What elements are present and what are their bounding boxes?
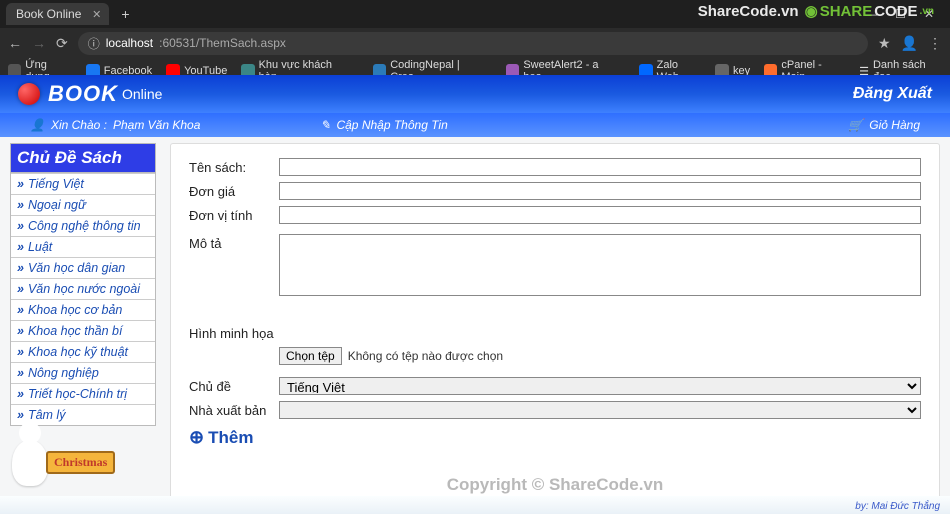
sidebar-item[interactable]: Luật (11, 236, 155, 257)
new-tab-icon[interactable]: + (113, 6, 137, 22)
tab-bar: Book Online ✕ + — ☐ ✕ (0, 0, 950, 28)
maximize-icon[interactable]: ☐ (895, 7, 906, 21)
page-content: Chủ Đề Sách Tiếng Việt Ngoại ngữ Công ng… (0, 137, 950, 514)
url-host: localhost (106, 36, 153, 50)
label-image: Hình minh họa (189, 324, 279, 341)
label-price: Đơn giá (189, 182, 279, 199)
form-panel: Tên sách: Đơn giá Đơn vị tính Mô tả Hình… (170, 143, 940, 508)
profile-icon[interactable]: 👤 (901, 35, 918, 52)
select-topic[interactable]: Tiếng Việt (279, 377, 921, 395)
greeting: 👤 Xin Chào : Phạm Văn Khoa (30, 118, 200, 132)
close-tab-icon[interactable]: ✕ (92, 8, 101, 21)
sidebar-item[interactable]: Công nghệ thông tin (11, 215, 155, 236)
update-info-link[interactable]: ✎ Cập Nhập Thông Tin (320, 118, 447, 132)
label-desc: Mô tả (189, 234, 279, 251)
back-icon[interactable]: ← (8, 35, 22, 51)
tab-title: Book Online (16, 7, 81, 21)
user-name: Phạm Văn Khoa (113, 118, 200, 132)
browser-chrome: Book Online ✕ + — ☐ ✕ ← → ⟳ ⓘ localhost:… (0, 0, 950, 75)
sidebar-item[interactable]: Văn học dân gian (11, 257, 155, 278)
input-book-name[interactable] (279, 158, 921, 176)
pencil-icon: ✎ (320, 118, 330, 132)
label-publisher: Nhà xuất bản (189, 401, 279, 418)
minimize-icon[interactable]: — (865, 7, 877, 21)
sidebar-item[interactable]: Ngoại ngữ (11, 194, 155, 215)
user-icon: 👤 (30, 118, 45, 132)
sidebar-item[interactable]: Tiếng Việt (11, 173, 155, 194)
input-price[interactable] (279, 182, 921, 200)
sidebar-item[interactable]: Khoa học cơ bản (11, 299, 155, 320)
input-unit[interactable] (279, 206, 921, 224)
category-list: Tiếng Việt Ngoại ngữ Công nghệ thông tin… (10, 173, 156, 426)
logo-text: BOOK (48, 81, 118, 107)
url-path: :60531/ThemSach.aspx (159, 36, 286, 50)
label-book-name: Tên sách: (189, 158, 279, 175)
textarea-desc[interactable] (279, 234, 921, 296)
sidebar-item[interactable]: Triết học-Chính trị (11, 383, 155, 404)
label-topic: Chủ đề (189, 377, 279, 394)
cart-link[interactable]: 🛒 Giỏ Hàng (848, 118, 920, 132)
sidebar-item[interactable]: Khoa học kỹ thuật (11, 341, 155, 362)
site-header: BOOK Online Đăng Xuất (0, 75, 950, 113)
user-nav-bar: 👤 Xin Chào : Phạm Văn Khoa ✎ Cập Nhập Th… (0, 113, 950, 137)
file-status-text: Không có tệp nào được chọn (348, 349, 503, 363)
url-input[interactable]: ⓘ localhost :60531/ThemSach.aspx (78, 32, 868, 55)
forward-icon[interactable]: → (32, 35, 46, 51)
snow-ground (0, 496, 950, 514)
sidebar-item[interactable]: Văn học nước ngoài (11, 278, 155, 299)
address-bar: ← → ⟳ ⓘ localhost:60531/ThemSach.aspx ★ … (0, 28, 950, 58)
close-window-icon[interactable]: ✕ (924, 7, 934, 21)
sidebar-item[interactable]: Tâm lý (11, 404, 155, 425)
sidebar-item[interactable]: Khoa học thần bí (11, 320, 155, 341)
sidebar-item[interactable]: Nông nghiệp (11, 362, 155, 383)
logout-link[interactable]: Đăng Xuất (853, 85, 932, 103)
extensions-icon[interactable]: ★ (878, 35, 891, 52)
credit-text: by: Mai Đức Thắng (855, 501, 940, 512)
sidebar: Chủ Đề Sách Tiếng Việt Ngoại ngữ Công ng… (10, 143, 156, 508)
sidebar-title: Chủ Đề Sách (10, 143, 156, 173)
choose-file-button[interactable]: Chọn tệp (279, 347, 342, 365)
logo-ornament-icon (18, 83, 40, 105)
info-icon: ⓘ (88, 35, 100, 52)
select-publisher[interactable] (279, 401, 921, 419)
cart-icon: 🛒 (848, 118, 863, 132)
add-button[interactable]: Thêm (189, 427, 921, 448)
menu-icon[interactable]: ⋮ (928, 35, 942, 52)
watermark-mid: Copyright © ShareCode.vn (447, 475, 664, 495)
browser-tab[interactable]: Book Online ✕ (6, 3, 109, 25)
reload-icon[interactable]: ⟳ (56, 35, 68, 52)
logo-subtitle: Online (122, 86, 162, 102)
label-unit: Đơn vị tính (189, 206, 279, 223)
